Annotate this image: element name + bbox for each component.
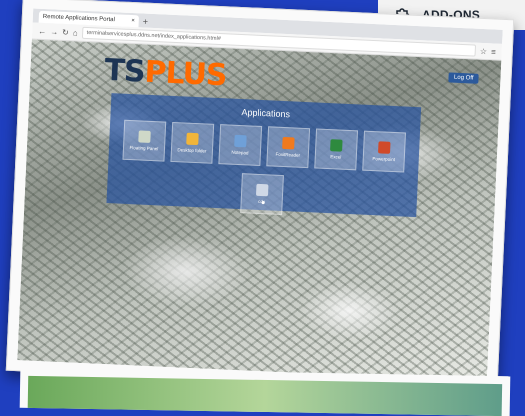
app-tile[interactable]: FoxitReader <box>266 126 311 169</box>
url-text: terminalservicesplus.ddns.net/index_appl… <box>86 29 221 43</box>
app-icon <box>378 141 391 154</box>
app-tile[interactable]: Powerpoint <box>362 130 406 173</box>
app-icon <box>186 132 199 146</box>
app-tile[interactable]: Floating Panel <box>122 119 167 162</box>
app-tile[interactable]: Desktop folder <box>170 121 215 164</box>
screenshot-card: Remote Applications Portal × + ← → ↻ ⌂ t… <box>5 0 515 393</box>
tab-title: Remote Applications Portal <box>42 13 115 24</box>
close-icon[interactable]: × <box>131 18 135 24</box>
app-label: Excel <box>330 154 342 160</box>
app-label: FoxitReader <box>275 151 301 158</box>
second-screenshot-card <box>19 367 511 416</box>
back-icon[interactable]: ← <box>38 26 46 35</box>
app-icon <box>330 139 343 152</box>
bookmark-icon[interactable]: ☆ <box>480 46 488 55</box>
app-label: Desktop folder <box>177 147 207 154</box>
applications-panel: Applications Floating Panel Desktop folde… <box>106 93 422 218</box>
reload-icon[interactable]: ↻ <box>62 27 69 36</box>
app-label: Powerpoint <box>372 156 396 163</box>
new-tab-icon[interactable]: + <box>142 16 149 28</box>
app-tile[interactable]: cdc <box>240 173 284 216</box>
app-tile[interactable]: Notepad <box>218 124 263 166</box>
browser-window: Remote Applications Portal × + ← → ↻ ⌂ t… <box>17 8 503 382</box>
app-icon <box>234 134 247 148</box>
app-label: Floating Panel <box>129 145 159 152</box>
app-icon <box>282 136 295 150</box>
forward-icon[interactable]: → <box>50 27 58 36</box>
app-icon <box>255 183 269 197</box>
tsplus-logo: TSPLUS <box>103 52 228 94</box>
app-icon <box>138 130 151 143</box>
app-label: Notepad <box>231 149 249 156</box>
app-tile[interactable]: Excel <box>314 128 359 171</box>
log-off-button[interactable]: Log Off <box>448 72 479 84</box>
home-icon[interactable]: ⌂ <box>73 28 78 37</box>
portal-page: TSPLUS Log Off Applications Floating Pan… <box>17 39 502 382</box>
menu-icon[interactable]: ≡ <box>491 47 496 56</box>
app-grid: Floating Panel Desktop folder Notepad Foxit… <box>108 119 419 173</box>
